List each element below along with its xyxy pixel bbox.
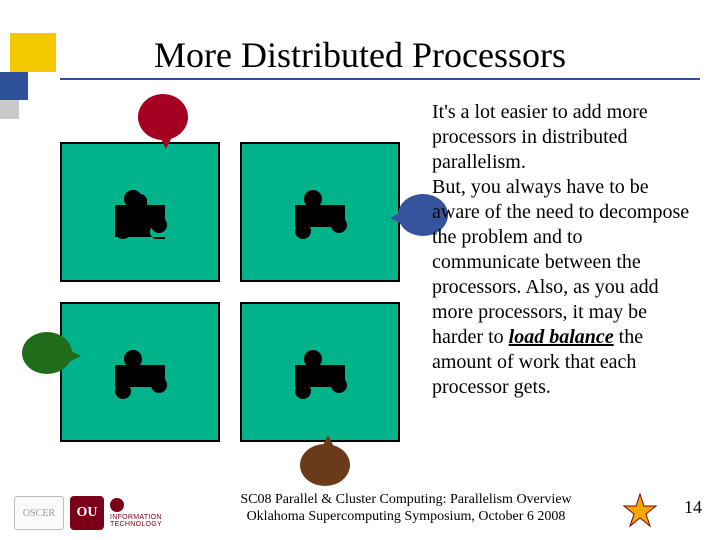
oscer-logo: OSCER: [14, 496, 64, 530]
body-p2: But, you always have to be aware of the …: [432, 176, 689, 348]
pointer-red: [160, 137, 172, 149]
pointer-brown: [322, 435, 334, 447]
jigsaw-icon: [105, 179, 175, 245]
jigsaw-icon: [285, 339, 355, 405]
jigsaw-icon: [285, 179, 355, 245]
decor-gray-square: [0, 100, 19, 119]
footer-logos: OSCER OU INFORMATION TECHNOLOGY: [14, 496, 162, 530]
it-logo-icon: [110, 498, 124, 512]
it-logo: INFORMATION TECHNOLOGY: [110, 498, 162, 528]
grid-cell-bottom-right: [240, 302, 400, 442]
jigsaw-icon: [105, 339, 175, 405]
it-logo-line2: TECHNOLOGY: [110, 521, 162, 528]
it-logo-line1: INFORMATION: [110, 514, 162, 521]
page-number: 14: [684, 497, 702, 518]
grid-cell-bottom-left: [60, 302, 220, 442]
grid-cell-top-left: [60, 142, 220, 282]
ou-logo: OU: [70, 496, 104, 530]
footer-line2: Oklahoma Supercomputing Symposium, Octob…: [247, 509, 566, 524]
footer-text: SC08 Parallel & Cluster Computing: Paral…: [216, 492, 596, 526]
slide-footer: OSCER OU INFORMATION TECHNOLOGY SC08 Par…: [0, 484, 720, 532]
processor-head-brown: [300, 444, 350, 486]
processor-head-green: [22, 332, 72, 374]
slide-title: More Distributed Processors: [0, 34, 720, 76]
body-p1: It's a lot easier to add more processors…: [432, 101, 648, 173]
grid-cell-top-right: [240, 142, 400, 282]
processor-head-red: [138, 94, 188, 140]
footer-line1: SC08 Parallel & Cluster Computing: Paral…: [240, 492, 571, 507]
decor-blue-square: [0, 72, 28, 100]
title-underline: [60, 78, 700, 80]
slide-body-text: It's a lot easier to add more processors…: [432, 100, 690, 400]
pointer-blue: [390, 212, 402, 224]
processors-diagram: [60, 132, 408, 462]
load-balance-term: load balance: [509, 326, 614, 348]
star-icon: [622, 492, 658, 528]
pointer-green: [69, 350, 81, 362]
